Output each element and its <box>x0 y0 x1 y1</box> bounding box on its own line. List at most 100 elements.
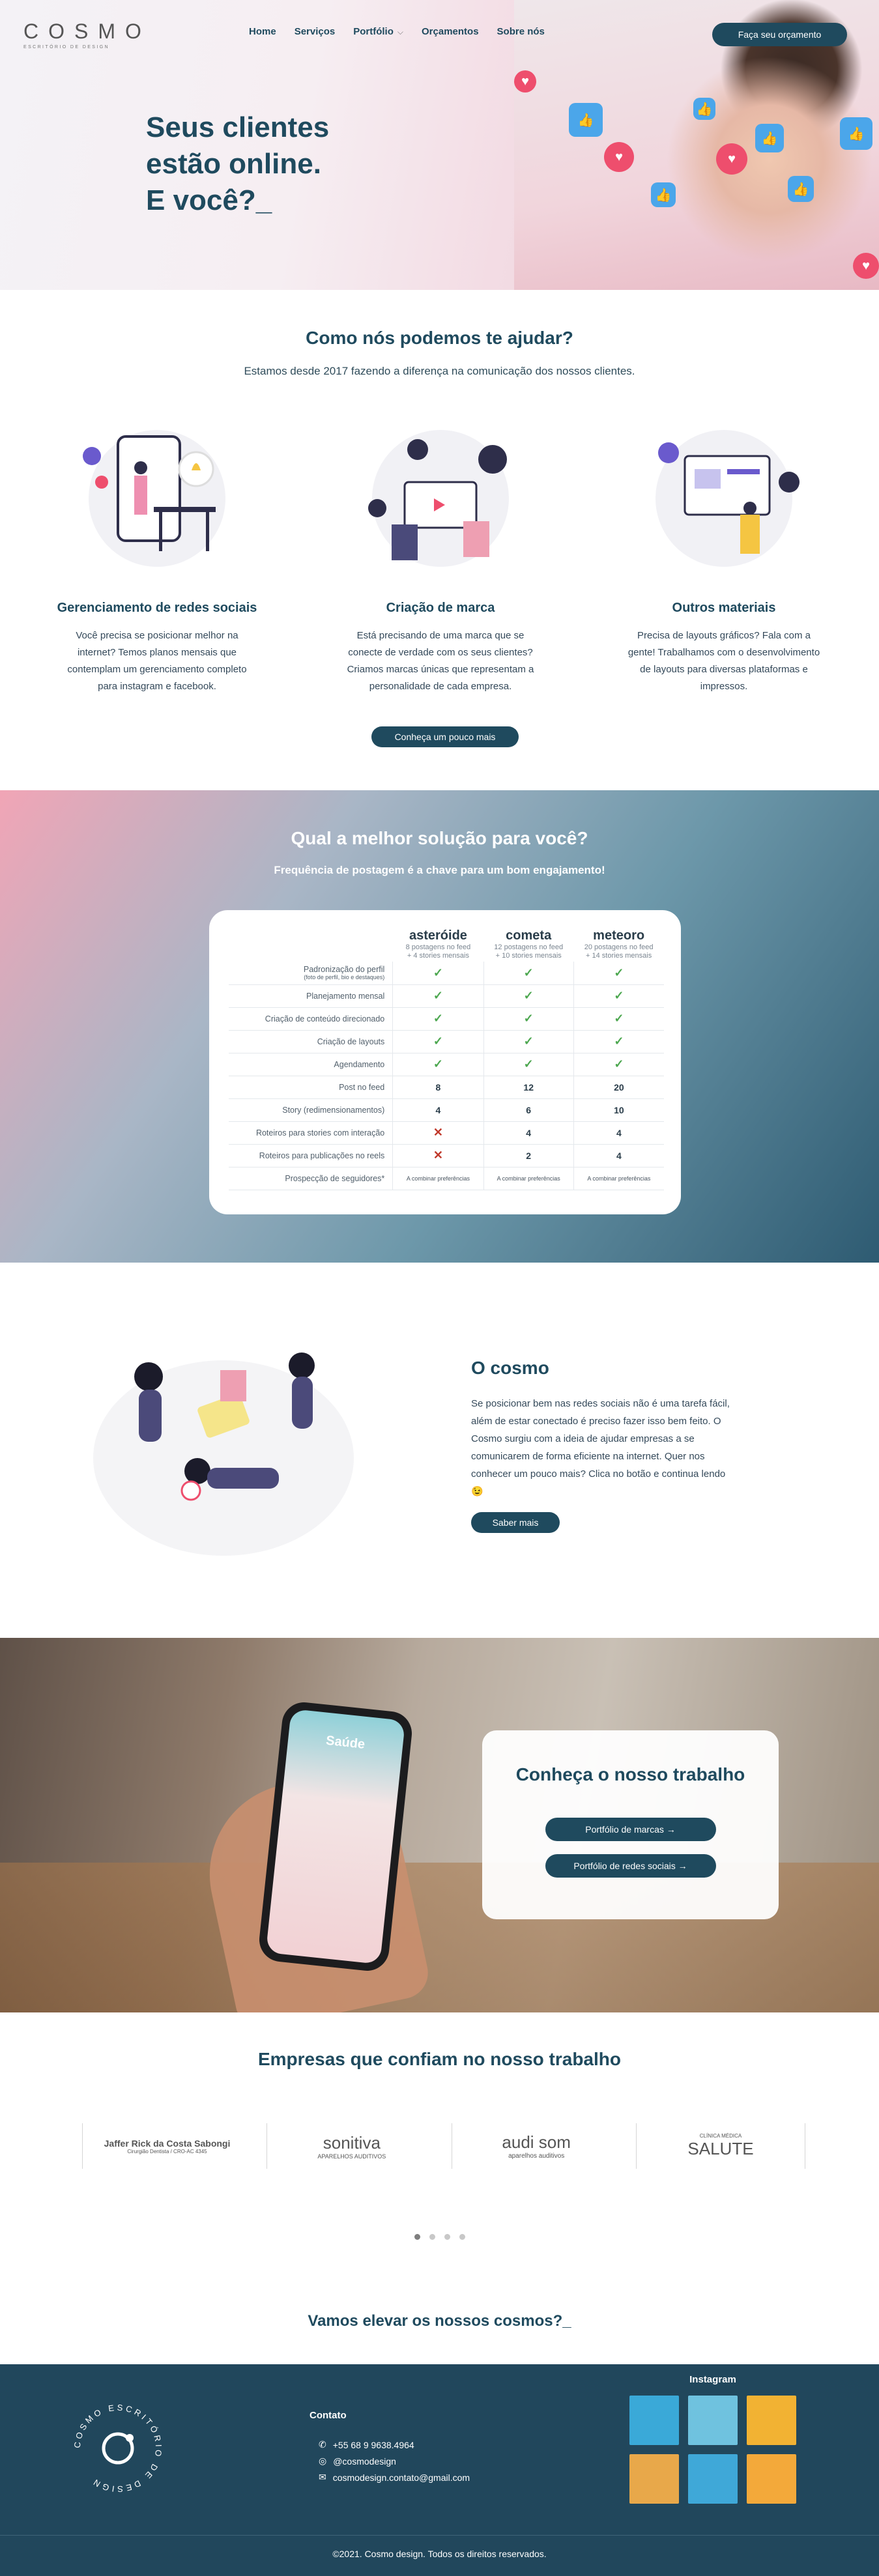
plan-value: A combinar preferências <box>483 1167 574 1190</box>
learn-more-button[interactable]: Conheça um pouco mais <box>371 726 519 747</box>
plan-value: 4 <box>392 1098 484 1122</box>
instagram-feed: Instagram <box>629 2374 796 2504</box>
nav-home[interactable]: Home <box>249 26 276 37</box>
client-logo-salute[interactable]: CLÍNICA MÉDICA SALUTE <box>635 2123 805 2169</box>
site-header: COSMO ESCRITÓRIO DE DESIGN Home Serviços… <box>0 0 879 66</box>
cosmo-logo[interactable]: COSMO ESCRITÓRIO DE DESIGN <box>23 20 147 50</box>
pricing-title: Qual a melhor solução para você? <box>291 828 588 848</box>
quote-button[interactable]: Faça seu orçamento <box>712 23 847 46</box>
client-logo-jaffer[interactable]: Jaffer Rick da Costa Sabongi Cirurgião D… <box>82 2123 252 2169</box>
plan-detail: + 4 stories mensais <box>407 952 469 960</box>
work-card: Conheça o nosso trabalho Portfólio de ma… <box>482 1730 779 1919</box>
nav-sobre[interactable]: Sobre nós <box>497 26 545 37</box>
clients-section: Empresas que confiam no nosso trabalho J… <box>0 2012 879 2286</box>
nav-portfolio[interactable]: Portfólio ⌵ <box>353 26 403 37</box>
nav-orcamentos[interactable]: Orçamentos <box>422 26 479 37</box>
client-logo-sonitiva[interactable]: sonitiva APARELHOS AUDITIVOS <box>267 2123 436 2169</box>
work-title: Conheça o nosso trabalho <box>515 1764 745 1784</box>
feature-label-text: Story (redimensionamentos) <box>282 1105 385 1115</box>
client-logos: Jaffer Rick da Costa Sabongi Cirurgião D… <box>82 2123 805 2169</box>
carousel-dot[interactable] <box>429 2234 435 2240</box>
feature-label: Prospecção de seguidores* <box>229 1167 394 1190</box>
contact-title: Contato <box>310 2410 347 2421</box>
feature-label: Agendamento <box>229 1053 394 1076</box>
feature-label-text: Roteiros para publicações no reels <box>259 1151 385 1160</box>
like-icon: 👍 <box>569 103 603 137</box>
feature-label: Post no feed <box>229 1076 394 1099</box>
feature-label: Criação de layouts <box>229 1030 394 1053</box>
client-logo-name: audi som <box>502 2132 571 2152</box>
plan-value: 20 <box>573 1076 664 1099</box>
pricing-row: Post no feed 8 12 20 <box>229 1076 664 1099</box>
instagram-post[interactable] <box>688 2396 738 2445</box>
plan-detail: 12 postagens no feed <box>494 943 564 951</box>
instagram-post[interactable] <box>629 2396 679 2445</box>
pricing-table: asteróide 8 postagens no feed + 4 stories … <box>229 928 664 1190</box>
check-icon: ✓ <box>483 962 574 985</box>
brand-illustration <box>353 417 528 567</box>
plan-value: 10 <box>573 1098 664 1122</box>
plan-asteroide: asteróide 8 postagens no feed + 4 stories … <box>393 928 483 962</box>
phone-mockup: Saúde <box>257 1700 414 1973</box>
instagram-post[interactable] <box>629 2454 679 2504</box>
phone-text: +55 68 9 9638.4964 <box>332 2439 414 2450</box>
check-icon: ✓ <box>392 1030 484 1053</box>
social-portfolio-button[interactable]: Portfólio de redes sociais → <box>545 1854 716 1878</box>
pricing-row: Prospecção de seguidores* A combinar pref… <box>229 1167 664 1190</box>
plan-name: meteoro <box>593 928 645 943</box>
nav-servicos[interactable]: Serviços <box>295 26 336 37</box>
pricing-row: Agendamento ✓ ✓ ✓ <box>229 1053 664 1076</box>
heart-icon: ♥ <box>716 143 747 175</box>
contact-instagram[interactable]: ◎ @cosmodesign <box>310 2455 470 2467</box>
cosmo-seal-logo: COSMO ESCRITÓRIO DE DESIGN <box>72 2403 162 2494</box>
feature-label-sub: (foto de perfil, bio e destaques) <box>304 974 385 981</box>
plan-value: 4 <box>573 1144 664 1167</box>
brand-drawing <box>368 439 507 560</box>
feature-label: Planejamento mensal <box>229 984 394 1008</box>
plan-detail: + 10 stories mensais <box>495 952 562 960</box>
nav-portfolio-label: Portfólio <box>353 26 394 37</box>
card-text: Você precisa se posicionar melhor na int… <box>67 630 247 692</box>
contact-block: Contato ✆ +55 68 9 9638.4964 ◎ @cosmodesig… <box>310 2410 470 2488</box>
instagram-icon: ◎ <box>319 2455 327 2466</box>
check-icon: ✓ <box>573 984 664 1008</box>
carousel-dot[interactable] <box>414 2234 420 2240</box>
astronaut-illustration <box>93 1352 354 1556</box>
check-icon: ✓ <box>392 1007 484 1031</box>
check-icon: ✓ <box>392 1053 484 1076</box>
cross-icon: ✕ <box>392 1144 484 1167</box>
pricing-row: Padronização do perfil (foto de perfil, b… <box>229 962 664 985</box>
instagram-post[interactable] <box>688 2454 738 2504</box>
feature-label: Padronização do perfil (foto de perfil, b… <box>229 962 394 985</box>
instagram-post[interactable] <box>747 2454 796 2504</box>
carousel-dots <box>0 2234 879 2240</box>
site-footer: COSMO ESCRITÓRIO DE DESIGN Contato ✆ +55 … <box>0 2364 879 2576</box>
hero-title-line: E você?_ <box>146 184 272 216</box>
check-icon: ✓ <box>573 1007 664 1031</box>
about-section: O cosmo Se posicionar bem nas redes soci… <box>0 1263 879 1638</box>
contact-email[interactable]: ✉ cosmodesign.contato@gmail.com <box>310 2472 470 2483</box>
client-logo-name: SALUTE <box>687 2139 754 2158</box>
plan-value: 4 <box>483 1121 574 1145</box>
logo-word: COSMO <box>23 20 151 43</box>
instagram-post[interactable] <box>747 2396 796 2445</box>
client-logo-audisom[interactable]: audi som aparelhos auditivos <box>451 2123 621 2169</box>
check-icon: ✓ <box>392 984 484 1008</box>
client-logo-sub: APARELHOS AUDITIVOS <box>317 2153 386 2160</box>
carousel-dot[interactable] <box>444 2234 450 2240</box>
feature-label-text: Criação de conteúdo direcionado <box>265 1014 385 1023</box>
plan-name: asteróide <box>409 928 467 943</box>
pricing-subtitle: Frequência de postagem é a chave para um… <box>274 864 605 876</box>
service-card: Gerenciamento de redes sociais Você prec… <box>43 417 271 695</box>
plan-value: A combinar preferências <box>573 1167 664 1190</box>
copyright-text: ©2021. Cosmo design. Todos os direitos r… <box>332 2549 547 2559</box>
carousel-dot[interactable] <box>459 2234 465 2240</box>
read-more-button[interactable]: Saber mais <box>471 1512 560 1533</box>
contact-phone[interactable]: ✆ +55 68 9 9638.4964 <box>310 2439 470 2450</box>
brand-portfolio-button[interactable]: Portfólio de marcas → <box>545 1818 716 1841</box>
feature-label-text: Roteiros para stories com interação <box>255 1128 385 1138</box>
feature-label-text: Planejamento mensal <box>306 991 385 1001</box>
plan-value: 12 <box>483 1076 574 1099</box>
social-media-illustration <box>69 417 245 567</box>
client-logo-sub: CLÍNICA MÉDICA <box>699 2133 742 2139</box>
